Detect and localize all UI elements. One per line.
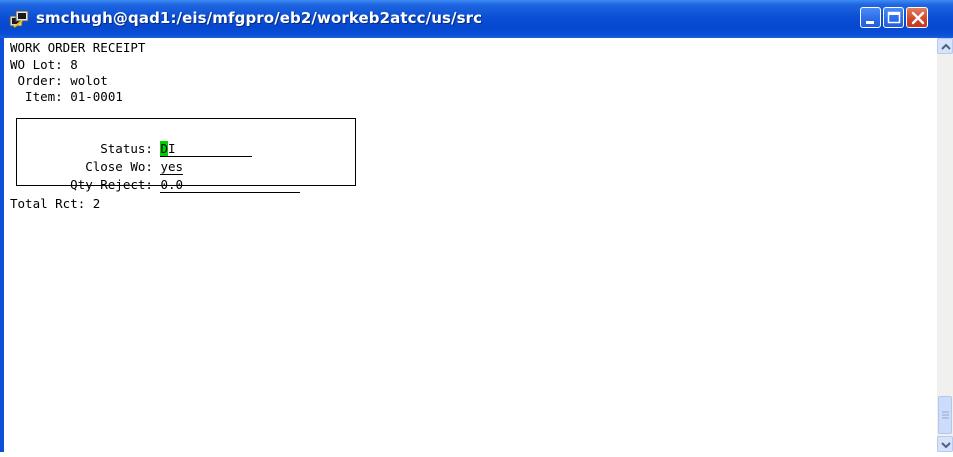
- wo-lot-line: WO Lot: 8: [10, 57, 78, 72]
- terminal-screen[interactable]: WORK ORDER RECEIPT WO Lot: 8 Order: wolo…: [0, 38, 937, 452]
- chevron-up-icon: [941, 43, 951, 50]
- window-title: smchugh@qad1:/eis/mfgpro/eb2/workeb2atcc…: [36, 9, 483, 27]
- maximize-icon: [887, 11, 901, 24]
- qty-reject-field[interactable]: 0.0: [160, 178, 301, 193]
- receipt-options-frame: Status: DI Close Wo: yes Qty Reject: 0.0: [16, 118, 356, 193]
- order-line: Order: wolot: [10, 73, 108, 88]
- close-icon: [911, 11, 925, 25]
- grip-icon: [942, 411, 949, 419]
- total-rct-line: Total Rct: 2: [10, 196, 101, 211]
- item-line: Item: 01-0001: [10, 89, 123, 104]
- putty-terminal-icon: [9, 10, 29, 28]
- scroll-thumb[interactable]: [938, 396, 952, 434]
- screen-heading: WORK ORDER RECEIPT: [10, 40, 146, 55]
- minimize-icon: [866, 21, 874, 24]
- scroll-up-button[interactable]: [937, 38, 953, 54]
- qty-reject-label: Qty Reject:: [70, 177, 161, 192]
- vertical-scrollbar[interactable]: [937, 38, 953, 452]
- maximize-button[interactable]: [883, 7, 904, 28]
- minimize-button[interactable]: [860, 7, 881, 28]
- close-button[interactable]: [906, 7, 928, 28]
- chevron-down-icon: [941, 442, 951, 449]
- scroll-down-button[interactable]: [937, 436, 953, 452]
- window-titlebar[interactable]: smchugh@qad1:/eis/mfgpro/eb2/workeb2atcc…: [0, 0, 953, 38]
